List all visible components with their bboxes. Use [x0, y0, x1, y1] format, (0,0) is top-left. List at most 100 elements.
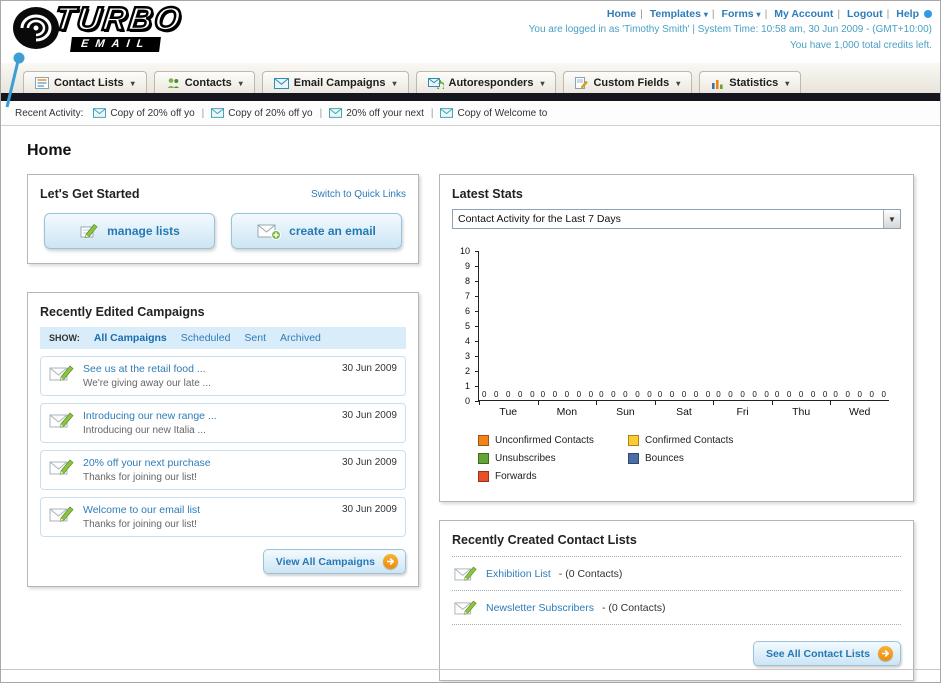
- top-nav-help[interactable]: Help: [896, 8, 919, 20]
- campaign-subtitle: Introducing our new Italia ...: [83, 425, 206, 436]
- tab-autoresponders[interactable]: Autoresponders ▾: [415, 71, 557, 93]
- campaign-title-link[interactable]: Welcome to our email list: [83, 504, 200, 516]
- bar-value-labels: 00000: [775, 390, 828, 399]
- legend-swatch-icon: [628, 453, 639, 464]
- campaign-title-link[interactable]: See us at the retail food ...: [83, 363, 211, 375]
- tab-contact-lists[interactable]: Contact Lists ▾: [23, 71, 147, 93]
- see-all-contact-lists-button[interactable]: See All Contact Lists: [752, 641, 901, 666]
- pencil-icon: [80, 224, 98, 239]
- email-campaigns-icon: [273, 77, 289, 89]
- logo-text-email: EMAIL: [70, 37, 162, 53]
- stats-period-value: Contact Activity for the Last 7 Days: [458, 213, 621, 225]
- contact-list-detail: - (0 Contacts): [558, 567, 623, 580]
- tab-email-campaigns[interactable]: Email Campaigns ▾: [261, 71, 409, 93]
- main-nav-bar: Contact Lists ▾ Contacts ▾ Email Campaig…: [1, 63, 940, 93]
- campaign-item[interactable]: See us at the retail food ... We're givi…: [40, 356, 406, 396]
- tab-custom-fields[interactable]: Custom Fields ▾: [563, 71, 693, 93]
- nav-separator: |: [764, 8, 768, 20]
- legend-item: Bounces: [628, 453, 778, 464]
- bar-value-label: 0: [833, 390, 838, 399]
- contacts-icon: [167, 78, 179, 88]
- y-axis-tick-label: 2: [464, 366, 470, 376]
- top-nav-forms[interactable]: Forms ▾: [722, 8, 761, 20]
- page-title: Home: [27, 142, 72, 159]
- top-nav-my-account[interactable]: My Account: [774, 8, 833, 20]
- main-content: Home Let's Get Started Switch to Quick L…: [1, 126, 940, 681]
- autoresponders-icon: [427, 78, 444, 89]
- campaign-title-link[interactable]: Introducing our new range ...: [83, 410, 217, 422]
- bar-value-label: 0: [540, 390, 546, 399]
- contact-lists-icon: [35, 77, 49, 89]
- contact-list-row[interactable]: Exhibition List - (0 Contacts): [452, 557, 901, 591]
- bar-value-label: 0: [681, 390, 687, 399]
- recent-activity-item[interactable]: Copy of Welcome to: [440, 108, 547, 119]
- statistics-icon: [712, 79, 723, 89]
- create-an-email-button[interactable]: create an email: [231, 213, 402, 249]
- stats-period-select[interactable]: Contact Activity for the Last 7 Days ▼: [452, 209, 901, 229]
- bar-value-label: 0: [810, 390, 816, 399]
- bar-value-labels: 00000: [833, 390, 886, 399]
- edit-campaign-icon: [49, 365, 74, 381]
- campaign-item[interactable]: Welcome to our email list Thanks for joi…: [40, 497, 406, 537]
- y-axis-tick-label: 9: [464, 261, 470, 271]
- nav-separator: |: [837, 8, 841, 20]
- filter-all-campaigns[interactable]: All Campaigns: [94, 332, 167, 344]
- bar-value-label: 0: [669, 390, 675, 399]
- view-all-campaigns-button[interactable]: View All Campaigns: [262, 549, 406, 574]
- tab-contacts[interactable]: Contacts ▾: [153, 71, 255, 93]
- contact-list-row[interactable]: Newsletter Subscribers - (0 Contacts): [452, 591, 901, 625]
- top-nav-home[interactable]: Home: [607, 8, 636, 20]
- tab-label: Custom Fields: [593, 77, 670, 89]
- switch-to-quick-links-link[interactable]: Switch to Quick Links: [311, 189, 406, 200]
- filter-archived[interactable]: Archived: [280, 332, 321, 344]
- nav-separator: |: [886, 8, 890, 20]
- contact-list-name-link[interactable]: Newsletter Subscribers: [486, 602, 594, 614]
- bar-value-label: 0: [798, 390, 804, 399]
- header: TURBO EMAIL Home | Templates ▾ | Forms ▾ | …: [1, 1, 940, 108]
- bar-value-label: 0: [705, 390, 711, 399]
- contact-list-name-link[interactable]: Exhibition List: [486, 568, 551, 580]
- recent-activity-item[interactable]: Copy of 20% off yo: [211, 108, 313, 119]
- top-nav-templates[interactable]: Templates ▾: [650, 8, 708, 20]
- get-started-panel: Let's Get Started Switch to Quick Links …: [27, 174, 419, 264]
- bar-value-label: 0: [576, 390, 582, 399]
- filter-scheduled[interactable]: Scheduled: [181, 332, 231, 344]
- chevron-down-icon: ▾: [130, 78, 135, 88]
- nav-separator: |: [711, 8, 715, 20]
- manage-lists-button[interactable]: manage lists: [44, 213, 215, 249]
- x-axis-tick-label: Fri: [736, 406, 749, 418]
- bar-value-label: 0: [518, 390, 523, 399]
- bar-value-labels: 00000: [599, 390, 652, 399]
- filter-sent[interactable]: Sent: [244, 332, 266, 344]
- legend-label: Bounces: [645, 453, 684, 464]
- tab-statistics[interactable]: Statistics ▾: [699, 71, 802, 93]
- campaign-item[interactable]: 20% off your next purchase Thanks for jo…: [40, 450, 406, 490]
- nav-separator: |: [640, 8, 643, 20]
- bar-value-label: 0: [611, 390, 616, 399]
- bar-value-label: 0: [716, 390, 721, 399]
- campaigns-panel-title: Recently Edited Campaigns: [40, 305, 205, 319]
- campaign-title-link[interactable]: 20% off your next purchase: [83, 457, 211, 469]
- bar-value-label: 0: [494, 390, 499, 399]
- bar-group: 0 0 0 0 0 Wed: [830, 251, 889, 418]
- campaign-item[interactable]: Introducing our new range ... Introducin…: [40, 403, 406, 443]
- latest-stats-title: Latest Stats: [452, 187, 523, 201]
- legend-swatch-icon: [628, 435, 639, 446]
- y-axis-tick-label: 5: [464, 321, 470, 331]
- chevron-down-icon: ▾: [785, 78, 790, 88]
- arrow-right-icon: [878, 646, 893, 661]
- bar-group: 0 0 0 0 0 Tue: [479, 251, 538, 418]
- recent-activity-item[interactable]: Copy of 20% off yo: [93, 108, 195, 119]
- bar-value-label: 0: [881, 390, 886, 399]
- activity-separator: |: [430, 107, 434, 119]
- top-nav-logout[interactable]: Logout: [847, 8, 883, 20]
- nav-divider-bar: [1, 93, 940, 101]
- y-axis-tick-label: 4: [464, 336, 470, 346]
- bar-value-label: 0: [774, 390, 780, 399]
- bar-value-label: 0: [764, 390, 769, 399]
- recent-activity-item[interactable]: 20% off your next: [329, 108, 424, 119]
- footer-divider: [1, 669, 940, 670]
- x-axis-tick-label: Sun: [616, 406, 635, 418]
- bar-value-labels: 00000: [482, 390, 535, 399]
- campaign-filter-bar: SHOW: All Campaigns Scheduled Sent Archi…: [40, 327, 406, 349]
